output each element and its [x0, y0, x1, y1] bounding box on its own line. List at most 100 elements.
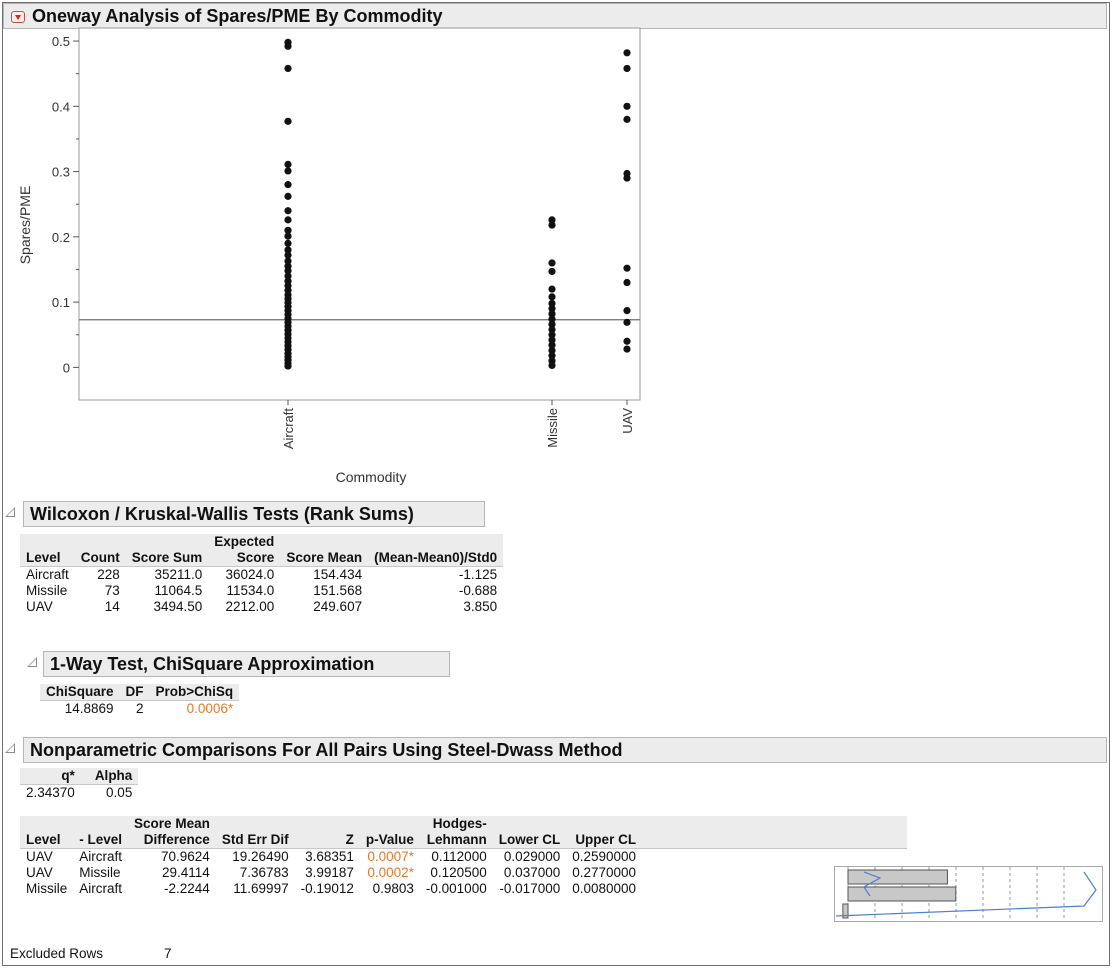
chisq-table: ChiSquare DF Prob>ChiSq 14.8869 2 0.0006… [40, 684, 240, 717]
col-minus-level: - Level [73, 816, 129, 849]
table-cell: Missile [79, 865, 121, 880]
col-score-mean-diff-2: Difference [128, 832, 216, 849]
table-cell: -0.688 [458, 583, 498, 598]
table-cell: Aircraft [79, 849, 123, 864]
wilcoxon-title: Wilcoxon / Kruskal-Wallis Tests (Rank Su… [30, 504, 414, 524]
table-cell: 0.9803 [372, 881, 414, 896]
data-point [548, 293, 556, 301]
col-lower-cl: Lower CL [492, 816, 567, 849]
x-axis-label: Commodity [336, 469, 407, 485]
steel-dwass-title: Nonparametric Comparisons For All Pairs … [30, 740, 623, 760]
table-cell: 0.0007* [367, 849, 414, 864]
disclosure-icon[interactable] [27, 657, 37, 667]
table-cell: 249.607 [313, 599, 363, 614]
table-cell: 11.69997 [233, 881, 289, 896]
table-cell: Missile [26, 583, 68, 598]
data-point [623, 49, 631, 57]
col-expected: Expected [208, 534, 281, 550]
data-point [284, 181, 292, 189]
data-point [284, 192, 292, 200]
data-point [548, 267, 556, 276]
data-point [623, 64, 631, 73]
table-cell: Aircraft [79, 881, 123, 896]
data-point [284, 362, 292, 370]
table-cell: 73 [104, 583, 120, 598]
data-point [284, 64, 292, 73]
table-cell: -0.19012 [300, 881, 354, 896]
col-score-sum: Score Sum [125, 534, 209, 567]
table-cell: 0.037000 [503, 865, 561, 880]
table-cell: -0.017000 [499, 881, 561, 896]
table-row: Missile 73 11064.5 11534.0 151.568 -0.688 [20, 583, 503, 599]
oneway-test-header[interactable]: 1-Way Test, ChiSquare Approximation [43, 651, 450, 677]
col-pvalue: p-Value [359, 816, 420, 849]
table-cell: 36024.0 [225, 567, 275, 582]
table-cell: UAV [26, 599, 53, 614]
chisq-value: 14.8869 [64, 701, 114, 716]
data-point [548, 285, 556, 293]
col-score-mean-diff: Score Mean [128, 816, 216, 832]
data-point [548, 361, 556, 370]
data-point [623, 318, 631, 326]
steel-dwass-table: Level - Level Score Mean Std Err Dif Z p… [20, 816, 908, 897]
table-cell: -0.001000 [425, 881, 487, 896]
y-tick-label: 0.4 [52, 99, 70, 114]
table-cell: 154.434 [313, 567, 363, 582]
excluded-rows-label: Excluded Rows [10, 946, 104, 961]
prob-value: 0.0006* [186, 701, 234, 716]
disclosure-icon[interactable] [5, 507, 15, 517]
y-axis-label: Spares/PME [17, 186, 33, 265]
df-value: 2 [136, 701, 144, 716]
table-row: UAV 14 3494.50 2212.00 249.607 3.850 [20, 599, 503, 615]
table-cell: Aircraft [26, 567, 69, 582]
table-cell: -1.125 [458, 567, 498, 582]
y-tick-label: 0.5 [52, 34, 70, 49]
data-point [284, 207, 292, 215]
table-row: Aircraft 228 35211.0 36024.0 154.434 -1.125 [20, 567, 503, 584]
wilcoxon-header[interactable]: Wilcoxon / Kruskal-Wallis Tests (Rank Su… [23, 501, 485, 527]
data-point [548, 221, 556, 229]
table-cell: 151.568 [313, 583, 363, 598]
disclosure-icon[interactable] [5, 743, 15, 753]
plot-area [78, 27, 641, 401]
data-point [284, 239, 292, 247]
excluded-rows-value: 7 [164, 946, 172, 961]
col-df: DF [119, 684, 150, 701]
col-chisquare: ChiSquare [40, 684, 120, 701]
table-cell: 29.4114 [162, 865, 210, 880]
data-point [284, 216, 292, 224]
oneway-test-title: 1-Way Test, ChiSquare Approximation [50, 654, 375, 674]
col-alpha: Alpha [88, 768, 139, 785]
table-cell: Missile [26, 881, 68, 896]
data-point [623, 306, 631, 315]
data-point [623, 337, 631, 345]
z-bar [847, 869, 948, 885]
col-count: Count [74, 534, 126, 567]
y-tick-label: 0.2 [52, 230, 70, 245]
col-hodges-2: Lehmann [419, 832, 493, 849]
table-cell: 0.0002* [367, 865, 414, 880]
data-point [623, 102, 631, 110]
z-bar-chart [834, 866, 1103, 922]
steel-dwass-header[interactable]: Nonparametric Comparisons For All Pairs … [23, 737, 1107, 763]
y-tick-label: 0.3 [52, 165, 70, 180]
table-cell: 3.68351 [305, 849, 354, 864]
table-cell: 0.029000 [503, 849, 561, 864]
q-alpha-table: q* Alpha 2.34370 0.05 [20, 768, 139, 801]
y-tick-label: 0 [63, 360, 70, 375]
table-cell: 19.26490 [232, 849, 289, 864]
data-point [284, 167, 292, 175]
table-cell: 11534.0 [226, 583, 275, 598]
table-cell: 3.850 [463, 599, 498, 614]
alpha-value: 0.05 [106, 785, 133, 800]
table-cell: 70.9624 [161, 849, 210, 864]
table-cell: UAV [26, 865, 53, 880]
bar-cell [642, 849, 907, 866]
y-tick-label: 0.1 [52, 295, 70, 310]
table-cell: -2.2244 [164, 881, 210, 896]
x-tick-label: Missile [545, 408, 560, 448]
table-cell: 228 [97, 567, 120, 582]
table-cell: 0.2770000 [572, 865, 637, 880]
col-std0: (Mean-Mean0)/Std0 [368, 534, 504, 567]
q-value: 2.34370 [26, 785, 75, 800]
